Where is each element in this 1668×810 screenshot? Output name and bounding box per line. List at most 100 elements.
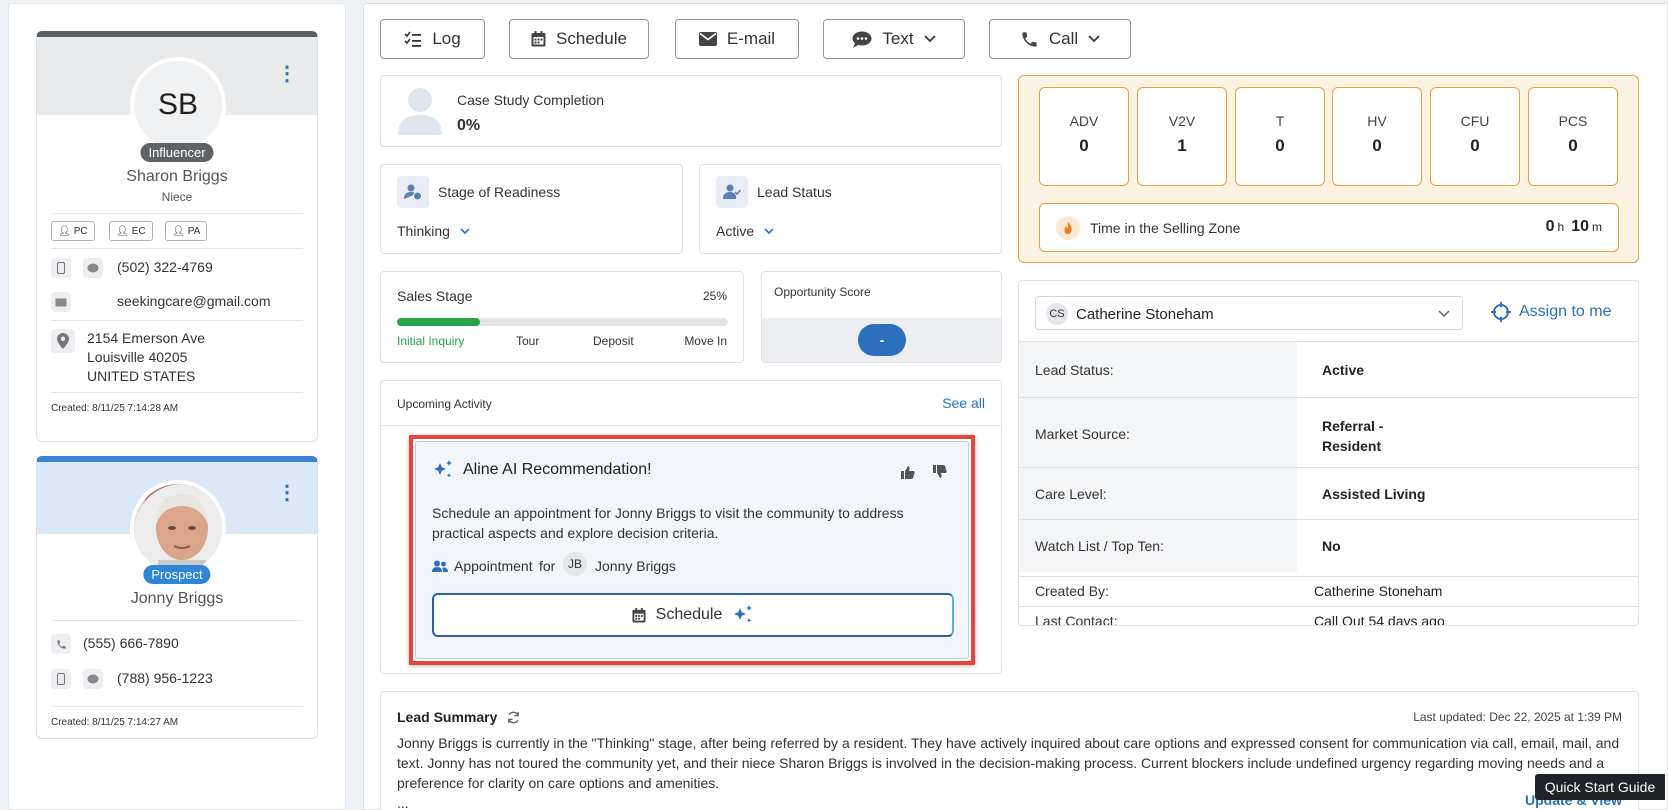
detail-label-market-source: Market Source: <box>1035 426 1130 442</box>
crosshair-icon <box>1491 302 1511 322</box>
mobile-icon[interactable] <box>51 669 71 689</box>
metric-cfu[interactable]: CFU 0 <box>1430 87 1520 186</box>
activity-person[interactable]: Jonny Briggs <box>595 558 676 574</box>
selling-zone-bar: Time in the Selling Zone 0 h 10 m <box>1039 203 1619 252</box>
lead-status-label: Lead Status <box>757 184 832 200</box>
user-placeholder-icon <box>398 88 442 135</box>
contact-card-prospect: ⋮ Prospect Jonny Briggs (555) 666-7890 (… <box>36 456 318 739</box>
role-chips: 👤︎ PC 👤︎ EC 👤︎ PA <box>51 221 311 243</box>
stage-of-readiness-select[interactable]: Thinking <box>397 223 470 239</box>
created-timestamp: Created: 8/11/25 7:14:28 AM <box>51 403 179 414</box>
thumbs-down-icon[interactable] <box>933 465 947 479</box>
contact-menu-icon[interactable]: ⋮ <box>277 61 297 86</box>
avatar-initials: SB <box>157 88 199 121</box>
chevron-down-icon <box>923 35 936 43</box>
stage-step-deposit[interactable]: Deposit <box>593 334 634 348</box>
chevron-down-icon <box>764 227 774 234</box>
call-dropdown-button[interactable]: Call <box>989 19 1131 59</box>
mobile-icon[interactable] <box>51 258 71 278</box>
metric-t[interactable]: T0 <box>1235 87 1325 186</box>
text-dropdown-button[interactable]: Text <box>823 19 965 59</box>
users-icon <box>432 560 448 572</box>
upcoming-activity-card: Upcoming Activity See all Aline AI Recom… <box>380 380 1002 674</box>
opportunity-score-card: Opportunity Score - <box>761 271 1002 363</box>
person-icon: 👤︎ <box>58 225 71 237</box>
user-clock-icon <box>397 176 429 208</box>
thumbs-up-icon[interactable] <box>901 465 915 479</box>
schedule-button[interactable]: Schedule <box>509 19 649 59</box>
refresh-icon[interactable] <box>507 711 520 724</box>
opportunity-score-pill[interactable]: - <box>858 324 906 356</box>
lead-summary-text: Jonny Briggs is currently in the "Thinki… <box>397 735 1620 810</box>
calendar-icon <box>632 607 646 622</box>
sales-stage-label: Sales Stage <box>397 288 473 304</box>
stage-of-readiness-card: Stage of Readiness Thinking <box>380 164 683 254</box>
location-pin-icon <box>51 329 75 353</box>
created-timestamp: Created: 8/11/25 7:14:27 AM <box>51 717 179 728</box>
see-all-link[interactable]: See all <box>942 395 985 411</box>
contact-relation: Niece <box>161 190 193 204</box>
detail-label-watch-list: Watch List / Top Ten: <box>1035 538 1164 554</box>
activity-for: for <box>539 558 556 574</box>
sms-icon[interactable] <box>83 669 103 689</box>
phone-icon[interactable] <box>51 634 71 654</box>
selling-zone-time: 0 h 10 m <box>1545 218 1602 235</box>
detail-label-created-by: Created By: <box>1035 583 1109 599</box>
chip-pa[interactable]: 👤︎ PA <box>165 221 208 241</box>
contacts-column: SB ⋮ Influencer Sharon Briggs Niece 👤︎ PC… <box>0 0 346 810</box>
chip-pc[interactable]: 👤︎ PC <box>51 221 95 241</box>
upcoming-activity-label: Upcoming Activity <box>397 397 492 411</box>
contact-card-influencer: SB ⋮ Influencer Sharon Briggs Niece 👤︎ PC… <box>36 31 318 442</box>
assign-to-me-button[interactable]: Assign to me <box>1491 302 1611 322</box>
sales-stage-progress-track <box>397 318 728 326</box>
email-icon[interactable] <box>51 292 71 312</box>
metric-pcs[interactable]: PCS 0 <box>1528 87 1618 186</box>
contact-menu-icon[interactable]: ⋮ <box>277 480 297 505</box>
contact-phone-primary[interactable]: (555) 666-7890 <box>83 635 179 651</box>
metric-hv[interactable]: HV 0 <box>1332 87 1422 186</box>
chevron-down-icon <box>460 227 470 234</box>
contact-phone[interactable]: (502) 322-4769 <box>117 259 213 275</box>
chevron-down-icon <box>1438 310 1450 318</box>
metric-adv[interactable]: ADV 0 <box>1039 87 1129 186</box>
person-icon: 👤︎ <box>172 225 185 237</box>
person-avatar: JB <box>563 552 587 576</box>
ai-schedule-button[interactable]: Schedule <box>432 593 954 637</box>
detail-value-watch-list: No <box>1322 538 1341 554</box>
ai-recommendation-text: Schedule an appointment for Jonny Briggs… <box>432 505 904 541</box>
lead-status-select[interactable]: Active <box>716 223 774 239</box>
lead-summary-card: Lead Summary Last updated: Dec 22, 2025 … <box>380 691 1639 810</box>
contact-name: Sharon Briggs <box>126 168 228 185</box>
avatar: SB <box>130 57 226 153</box>
avatar-photo <box>130 480 226 576</box>
stage-step-tour[interactable]: Tour <box>516 334 539 348</box>
detail-value-market-source: Referral - Resident <box>1322 418 1384 454</box>
chip-ec[interactable]: 👤︎ EC <box>109 221 153 241</box>
stage-step-initial-inquiry[interactable]: Initial Inquiry <box>397 334 464 348</box>
contact-phone-mobile[interactable]: (788) 956-1223 <box>117 670 213 686</box>
ai-recommendation-card: Aline AI Recommendation! Schedule an app… <box>415 441 969 659</box>
phone-icon <box>1022 31 1037 47</box>
email-button[interactable]: E-mail <box>675 19 799 59</box>
metric-v2v[interactable]: V2V 1 <box>1137 87 1227 186</box>
owner-select[interactable]: CS Catherine Stoneham <box>1035 296 1463 330</box>
sms-icon[interactable] <box>83 258 103 278</box>
case-study-value: 0% <box>457 117 481 134</box>
sales-stage-progress-fill <box>397 318 480 326</box>
detail-label-last-contact: Last Contact: <box>1035 613 1118 626</box>
detail-label-care-level: Care Level: <box>1035 486 1107 502</box>
lead-status-card: Lead Status Active <box>699 164 1002 254</box>
stage-step-move-in[interactable]: Move In <box>684 334 727 348</box>
log-button[interactable]: Log <box>380 19 485 59</box>
detail-value-lead-status: Active <box>1322 362 1365 378</box>
sparkle-icon <box>434 460 452 478</box>
sales-stage-percent: 25% <box>702 289 727 303</box>
stage-of-readiness-label: Stage of Readiness <box>438 184 561 200</box>
contact-email[interactable]: seekingcare@gmail.com <box>117 293 271 309</box>
checklist-icon <box>404 31 422 47</box>
contact-address[interactable]: 2154 Emerson Ave Louisville 40205 UNITED… <box>87 329 205 386</box>
person-icon: 👤︎ <box>116 225 129 237</box>
detail-value-created-by: Catherine Stoneham <box>1314 583 1443 599</box>
selling-zone-label: Time in the Selling Zone <box>1090 220 1241 236</box>
quick-start-guide-button[interactable]: Quick Start Guide <box>1535 774 1665 800</box>
